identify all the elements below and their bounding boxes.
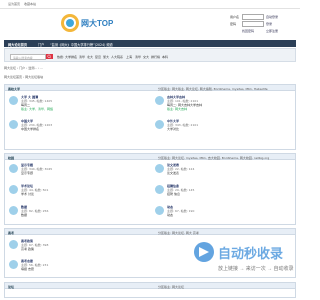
login-panel: 用户名 自动登录 密码 登录 找回密码 立即注册 (230, 14, 290, 38)
hot-item[interactable]: 排行榜 (151, 55, 160, 59)
site-logo[interactable]: 网大TOP (60, 10, 120, 38)
forum-icon (9, 185, 18, 194)
top-bar: 设为首页 收藏本站 (0, 0, 300, 9)
password-label: 密码 (230, 22, 237, 26)
forum-last-post[interactable]: 招聘 信息 (167, 192, 180, 196)
breadcrumb-secondary: 网大论坛首页 › 网大论坛版块 (4, 75, 296, 81)
forum-item[interactable]: 学术论坛 主题: 44, 帖数: 501 学术 讨论 (9, 184, 149, 200)
hot-item[interactable]: 北大 (87, 55, 93, 59)
forum-item[interactable]: 吉林大学吉林 主题: 101, 帖数: 2101 每周二: 网大吉林大学吉林 版… (155, 95, 295, 111)
main-nav: 网大论坛首页 门户 “监测《网大》中国大学排行榜”(2024) 频道 (4, 40, 296, 47)
hot-item[interactable]: 人大院系 (111, 55, 123, 59)
breadcrumb-item[interactable]: 网大论坛 (4, 66, 16, 70)
login-button[interactable]: 登录 (266, 22, 272, 26)
watermark: 自动秒收录 放上链接 → 来访一次 → 自动收录 (190, 238, 300, 278)
breadcrumb-item[interactable]: ... (40, 66, 43, 70)
breadcrumb-item[interactable]: 门户 (19, 66, 25, 70)
forum-item[interactable]: 高考志愿 主题: 56, 帖数: 231 填报 志愿 (9, 259, 149, 275)
hot-item[interactable]: 大学排名 (65, 55, 77, 59)
bookmark-link[interactable]: 收藏本站 (24, 2, 36, 6)
section-header: 高考 分区版主: 网大论坛, 网大 高考 (5, 229, 295, 235)
section-title[interactable]: 论坛 (8, 285, 14, 289)
logo-icon: 网大TOP (61, 14, 114, 32)
forum-item[interactable]: 中国大学 主题: 234, 帖数: 1203 中国大学排名 (9, 119, 149, 135)
username-input[interactable] (242, 14, 264, 20)
forum-last-post[interactable]: 显示专题 (21, 171, 33, 175)
section-header: 高校大学 分区版主: 网大版主, 网大论坛, 网大编辑, BnnShema, m… (5, 85, 295, 91)
forum-last-post[interactable]: 论文发表 (167, 171, 179, 175)
search-bar: 请输入搜索内容 热搜: 大学排名 清华 北大 复旦 浙大 人大院系 上海 清华 … (4, 48, 296, 62)
section-moderators: 分区版主: 网大论坛, mysites, MK1, 吉大校园, BnnShema… (158, 155, 270, 160)
forum-icon (155, 164, 164, 173)
forum-item[interactable]: 中外大学 主题: 343, 帖数: 2101 大学对比 (155, 119, 295, 135)
forum-item[interactable]: 显示专题 主题: 344, 帖数: 3045 显示专题 (9, 163, 149, 179)
forum-icon (9, 260, 18, 269)
search-input[interactable]: 请输入搜索内容 (10, 54, 46, 60)
forum-item[interactable]: 论文发表 主题: 22, 帖数: 124 论文发表 (155, 163, 295, 179)
watermark-text: 自动秒收录 (218, 246, 283, 261)
nav-item-home[interactable]: 网大论坛首页 (8, 42, 27, 47)
hot-item[interactable]: 上海 (126, 55, 132, 59)
watermark-sub: 放上链接 → 来访一次 → 自动收录 (218, 265, 294, 272)
forum-last-post[interactable]: 动态 (167, 213, 173, 217)
breadcrumb-text[interactable]: 网大论坛首页 › 网大论坛版块 (4, 75, 43, 79)
section-moderators: 分区版主: 网大版主, 网大论坛, 网大编辑, BnnShema, mysite… (158, 86, 268, 91)
section-moderators: 分区版主: 网大论坛 (158, 284, 184, 289)
forum-icon (155, 120, 164, 129)
forum-last-post[interactable]: 高考 政策 (21, 247, 34, 251)
forum-last-post[interactable]: 学术 讨论 (21, 192, 34, 196)
forum-item[interactable]: 数据 主题: 82, 帖数: 256 数据 (9, 205, 149, 221)
nav-item-portal[interactable]: 门户 (38, 42, 44, 47)
hot-item[interactable]: 本科 (162, 55, 168, 59)
forum-item[interactable]: 高考政策 主题: 67, 帖数: 398 高考 政策 (9, 239, 149, 255)
forum-icon (9, 96, 18, 105)
section-campus: 校园 分区版主: 网大论坛, mysites, MK1, 吉大校园, BnnSh… (4, 153, 296, 225)
register-link[interactable]: 立即注册 (266, 29, 278, 33)
forum-icon (155, 96, 164, 105)
forum-item[interactable]: 动态 主题: 67, 帖数: 190 动态 (155, 205, 295, 221)
forum-icon (9, 164, 18, 173)
autologin-checkbox[interactable]: 自动登录 (266, 15, 278, 19)
find-password-link[interactable]: 找回密码 (242, 29, 254, 33)
search-icon (47, 54, 52, 59)
hot-item[interactable]: 浙大 (103, 55, 109, 59)
hot-label: 热搜: (57, 55, 65, 59)
forum-item[interactable]: 大学 大 圆满 主题: 345, 帖数: 1405 每周二 版主: 大学、清华、… (9, 95, 149, 111)
section-forum: 论坛 分区版主: 网大论坛 (4, 282, 296, 298)
username-label: 用户名 (230, 15, 240, 19)
hot-item[interactable]: 清华 (79, 55, 85, 59)
forum-last-post[interactable]: 中国大学排名 (21, 127, 39, 131)
password-input[interactable] (242, 21, 264, 27)
breadcrumb-item[interactable]: 监测... (28, 66, 37, 70)
section-header: 论坛 分区版主: 网大论坛 (5, 283, 295, 289)
section-title[interactable]: 校园 (8, 156, 14, 160)
section-title[interactable]: 高考 (8, 231, 14, 235)
breadcrumb-sep: › (16, 66, 19, 70)
section-universities: 高校大学 分区版主: 网大版主, 网大论坛, 网大编辑, BnnShema, m… (4, 84, 296, 150)
forum-item[interactable]: 招聘信息 主题: 29, 帖数: 145 招聘 信息 (155, 184, 295, 200)
forum-icon (9, 240, 18, 249)
forum-last-post[interactable]: 数据 (21, 213, 27, 217)
breadcrumb: 网大论坛 › 门户 › 监测... › ... (4, 66, 296, 72)
forum-icon (155, 206, 164, 215)
watermark-graphic: 自动秒收录 放上链接 → 来访一次 → 自动收录 (194, 242, 294, 272)
set-home-link[interactable]: 设为首页 (8, 2, 20, 6)
nav-item-ranking[interactable]: “监测《网大》中国大学排行榜”(2024) 频道 (50, 42, 113, 47)
hot-item[interactable]: 清华 (135, 55, 141, 59)
forum-last-post[interactable]: 填报 志愿 (21, 267, 34, 271)
forum-icon (9, 206, 18, 215)
search-placeholder: 请输入搜索内容 (13, 55, 33, 60)
section-title[interactable]: 高校大学 (8, 87, 20, 91)
forum-last-post[interactable]: 大学对比 (167, 127, 179, 131)
section-moderators: 分区版主: 网大论坛, 网大 高考 (158, 230, 199, 235)
forum-extra: 版主: 大学、清华、网络 (21, 107, 53, 111)
search-button[interactable] (46, 54, 53, 59)
logo-text: 网大TOP (81, 18, 114, 28)
forum-icon (9, 120, 18, 129)
section-header: 校园 分区版主: 网大论坛, mysites, MK1, 吉大校园, BnnSh… (5, 154, 295, 160)
forum-icon (155, 185, 164, 194)
hot-item[interactable]: 交大 (143, 55, 149, 59)
forum-extra: 版主: 网大吉林 (167, 107, 187, 111)
hot-item[interactable]: 复旦 (95, 55, 101, 59)
